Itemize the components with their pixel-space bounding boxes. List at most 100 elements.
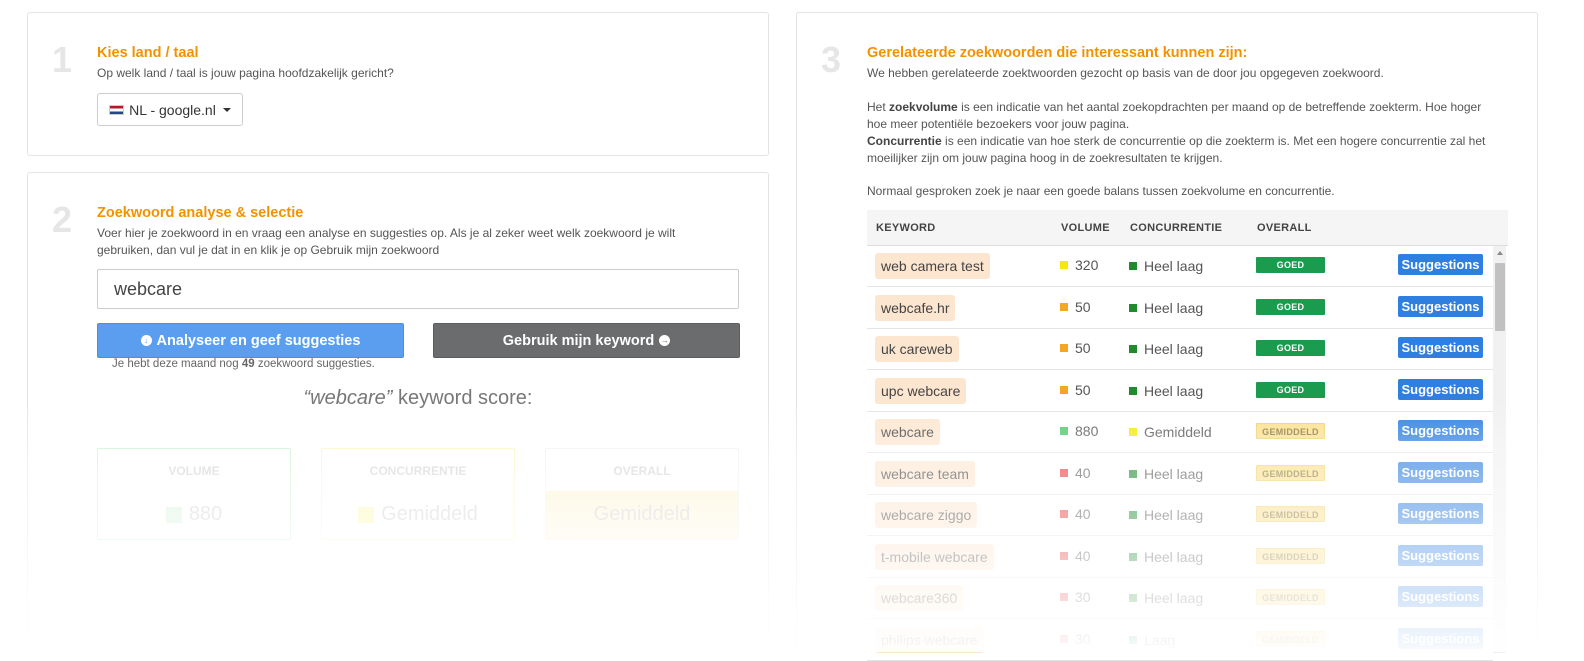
keyword-score-title: “webcare” keyword score: (28, 387, 808, 410)
keyword-tag[interactable]: webcare360 (875, 585, 964, 611)
volume-cell: 40 (1060, 465, 1091, 481)
volume-cell: 40 (1060, 548, 1091, 564)
overall-badge: GEMIDDELD (1256, 630, 1325, 647)
concurrentie-value: Heel laag (1144, 465, 1204, 482)
remaining-suggestions-text: Je hebt deze maand nog 49 zoekwoord sugg… (112, 358, 375, 370)
scroll-up-icon[interactable] (1497, 251, 1503, 255)
volume-cell: 30 (1060, 589, 1091, 605)
suggestions-button[interactable]: Suggestions (1398, 461, 1483, 483)
concurrentie-cell: Heel laag (1129, 590, 1203, 606)
step-number: 3 (821, 39, 842, 80)
suggestions-button[interactable]: Suggestions (1398, 295, 1483, 317)
volume-score-value: 880 (188, 503, 223, 525)
nl-flag-icon (109, 104, 125, 115)
overall-badge: GOED (1256, 340, 1325, 356)
concurrentie-color-square (358, 506, 375, 523)
step2-title: Zoekwoord analyse & selectie (97, 205, 304, 221)
suggestions-button[interactable]: Suggestions (1398, 420, 1483, 441)
arrow-circle-right-icon: → (659, 335, 671, 346)
country-select-button[interactable]: NL - google.nl (97, 93, 243, 126)
concurrentie-indicator-icon (1129, 635, 1137, 644)
concurrentie-value: Heel laag (1144, 507, 1204, 523)
volume-indicator-icon (1060, 510, 1068, 518)
keyword-tag[interactable]: uk careweb (875, 336, 959, 362)
concurrentie-value: Heel laag (1144, 258, 1204, 274)
analyse-button[interactable]: ↓ Analyseer en geef suggesties (97, 323, 404, 358)
concurrentie-cell: Heel laag (1129, 383, 1203, 399)
concurrentie-cell: Heel laag (1129, 549, 1203, 565)
concurrentie-indicator-icon (1129, 386, 1137, 395)
suggestions-button[interactable]: Suggestions (1398, 586, 1483, 607)
suggestions-button[interactable]: Suggestions (1398, 544, 1483, 566)
volume-indicator-icon (1060, 593, 1068, 601)
step3-volume-explain-2: hoe meer potentiële bezoekers voor jouw … (867, 117, 1130, 131)
volume-value: 880 (1075, 423, 1099, 439)
score-keyword: “webcare” (303, 387, 393, 409)
table-scrollbar-thumb[interactable] (1495, 263, 1505, 331)
keyword-tag[interactable]: web camera test (875, 253, 990, 279)
concurrentie-indicator-icon (1129, 262, 1137, 270)
keyword-tag[interactable]: webcare (875, 419, 940, 445)
concurrentie-value: Laag (1144, 631, 1176, 648)
overall-badge: GEMIDDELD (1256, 423, 1325, 439)
volume-cell: 50 (1060, 299, 1091, 315)
volume-cell: 40 (1060, 506, 1091, 522)
use-keyword-button[interactable]: Gebruik mijn keyword → (433, 323, 740, 358)
overall-badge: GEMIDDELD (1256, 506, 1325, 522)
concurrentie-cell: Heel laag (1129, 466, 1203, 482)
step3-panel: 3 Gerelateerde zoekwoorden die interessa… (796, 12, 1538, 661)
table-row: web camera test 320 Heel laag GOED Suggestio… (867, 246, 1493, 287)
volume-value: 40 (1075, 547, 1091, 564)
volume-cell: 30 (1060, 631, 1091, 647)
keyword-tag[interactable]: upc webcare (875, 377, 967, 404)
concurrentie-cell: Heel laag (1129, 507, 1203, 523)
step2-panel: 2 Zoekwoord analyse & selectie Voer hier… (27, 172, 769, 652)
overall-badge: GOED (1256, 257, 1325, 273)
concurrentie-value: Heel laag (1144, 382, 1204, 399)
overall-badge: GOED (1256, 381, 1325, 398)
concurrentie-value: Heel laag (1144, 299, 1204, 316)
keyword-tag[interactable]: webcafe.hr (875, 294, 956, 321)
concurrentie-indicator-icon (1129, 345, 1137, 353)
volume-value: 30 (1075, 589, 1091, 605)
volume-cell: 50 (1060, 382, 1091, 398)
keyword-tag[interactable]: t-mobile webcare (875, 543, 994, 570)
concurrentie-indicator-icon (1129, 552, 1137, 561)
step1-subtitle: Op welk land / taal is jouw pagina hoofd… (97, 66, 394, 80)
keyword-tag[interactable]: philips webcare (875, 626, 984, 653)
header-volume[interactable]: VOLUME (1061, 222, 1110, 234)
volume-cell: 880 (1060, 423, 1098, 439)
suggestions-button[interactable]: Suggestions (1398, 503, 1483, 524)
volume-value: 40 (1075, 464, 1091, 481)
suggestions-button[interactable]: Suggestions (1398, 378, 1483, 400)
header-concurrentie[interactable]: CONCURRENTIE (1130, 222, 1222, 234)
suggestions-button[interactable]: Suggestions (1398, 337, 1483, 358)
header-overall[interactable]: OVERALL (1257, 222, 1312, 234)
concurrentie-indicator-icon (1129, 303, 1137, 312)
country-select-label: NL - google.nl (129, 101, 216, 118)
volume-indicator-icon (1060, 634, 1068, 643)
suggestions-button[interactable]: Suggestions (1398, 627, 1483, 649)
volume-indicator-icon (1060, 551, 1068, 560)
step1-title: Kies land / taal (97, 45, 199, 61)
header-keyword[interactable]: KEYWORD (876, 222, 936, 234)
concurrentie-cell: Heel laag (1129, 258, 1203, 274)
volume-color-square (165, 506, 182, 523)
step3-concurrentie-explain-2: moeilijker zijn om jouw pagina hoog in d… (867, 151, 1223, 165)
volume-score-value-wrap: 880 (98, 503, 290, 526)
concurrentie-cell: Gemiddeld (1129, 424, 1212, 440)
keyword-input[interactable] (97, 269, 739, 309)
table-row: t-mobile webcare 40 Heel laag GEMIDDELD Sugg… (867, 537, 1493, 578)
step3-title: Gerelateerde zoekwoorden die interessant… (867, 45, 1248, 61)
table-row: webcare360 30 Heel laag GEMIDDELD Suggestion… (867, 578, 1493, 619)
volume-value: 30 (1075, 630, 1091, 647)
concurrentie-value: Gemiddeld (1144, 424, 1212, 440)
overall-badge: GOED (1256, 298, 1325, 315)
step-number: 2 (52, 199, 73, 240)
keyword-tag[interactable]: webcare ziggo (875, 502, 978, 528)
volume-indicator-icon (1060, 344, 1068, 352)
volume-score-label: VOLUME (168, 464, 220, 478)
table-row: webcafe.hr 50 Heel laag GOED Suggestions (867, 288, 1493, 329)
suggestions-button[interactable]: Suggestions (1398, 254, 1483, 275)
keyword-tag[interactable]: webcare team (875, 460, 975, 487)
